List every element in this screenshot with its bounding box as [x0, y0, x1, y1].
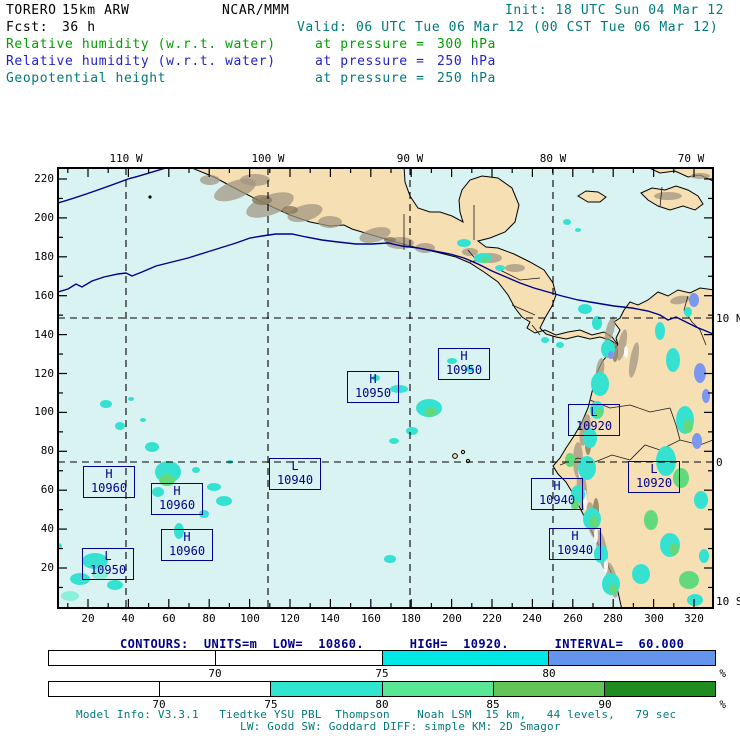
- hl-marker-h-10960: H 10960: [161, 529, 213, 561]
- hl-symbol: L: [590, 405, 598, 419]
- axis-label-bottom: 100: [240, 612, 260, 625]
- axis-label-top: 100 W: [251, 152, 285, 165]
- hl-marker-l-10950: L 10950: [82, 548, 134, 580]
- colorbar-segment: [549, 651, 715, 665]
- hl-marker-h-10960: H 10960: [83, 466, 135, 498]
- axis-label-left: 100: [34, 405, 54, 418]
- colorbar-rh-300hpa: [48, 681, 716, 697]
- axis-label-bottom: 160: [361, 612, 381, 625]
- axis-label-left: 180: [34, 250, 54, 263]
- hl-value: 10920: [575, 419, 613, 433]
- hl-value: 10920: [635, 476, 673, 490]
- colorbar-rh-250hpa: [48, 650, 716, 666]
- axis-label-right: 10 S: [716, 595, 740, 608]
- axis-label-bottom: 320: [684, 612, 704, 625]
- hl-value: 10940: [538, 493, 576, 507]
- colorbar-segment: [382, 682, 494, 696]
- hl-symbol: L: [650, 462, 658, 476]
- axis-label-top: 90 W: [396, 152, 424, 165]
- contour-info-text: CONTOURS: UNITS=m LOW= 10860. HIGH= 1092…: [120, 637, 685, 651]
- axis-label-bottom: 180: [401, 612, 421, 625]
- axis-label-left: 220: [34, 172, 54, 185]
- axis-label-bottom: 240: [522, 612, 542, 625]
- axis-label-bottom: 20: [81, 612, 95, 625]
- map-canvas: [57, 167, 714, 609]
- hl-symbol: H: [460, 349, 468, 363]
- colorbar-segment: [215, 651, 383, 665]
- hl-marker-h-10950: H 10950: [347, 371, 399, 403]
- hl-symbol: H: [173, 484, 181, 498]
- axis-label-left: 40: [40, 522, 54, 535]
- axis-label-left: 80: [40, 444, 54, 457]
- hl-marker-l-10920: L 10920: [628, 461, 680, 493]
- axis-label-left: 160: [34, 289, 54, 302]
- hl-marker-h-10960: H 10960: [151, 483, 203, 515]
- axis-label-bottom: 300: [644, 612, 664, 625]
- model-info-line2: LW: Godd SW: Goddard DIFF: simple KM: 2D…: [240, 720, 561, 733]
- hl-symbol: H: [369, 372, 377, 386]
- colorbar-segment: [493, 682, 605, 696]
- hl-value: 10940: [556, 543, 594, 557]
- hl-symbol: H: [183, 530, 191, 544]
- axis-label-left: 120: [34, 367, 54, 380]
- weather-model-plot-page: TORERO 15km ARW NCAR/MMM Init: 18 UTC Su…: [0, 0, 740, 740]
- hl-value: 10960: [90, 481, 128, 495]
- axis-label-left: 200: [34, 211, 54, 224]
- colorbar-unit-label: %: [719, 698, 726, 711]
- axis-label-right: 0: [716, 456, 723, 469]
- hl-value: 10960: [168, 544, 206, 558]
- axis-label-left: 60: [40, 483, 54, 496]
- hl-marker-h-10940: H 10940: [531, 478, 583, 510]
- hl-value: 10960: [158, 498, 196, 512]
- hl-value: 10940: [276, 473, 314, 487]
- axis-label-top: 80 W: [539, 152, 567, 165]
- axis-label-left: 20: [40, 561, 54, 574]
- hl-value: 10950: [89, 563, 127, 577]
- axis-label-bottom: 280: [603, 612, 623, 625]
- hl-marker-h-10940: H 10940: [549, 528, 601, 560]
- axis-label-right: 10 N: [716, 312, 740, 325]
- axis-label-top: 110 W: [109, 152, 143, 165]
- hl-marker-h-10950: H 10950: [438, 348, 490, 380]
- hl-symbol: H: [553, 479, 561, 493]
- axis-label-bottom: 140: [320, 612, 340, 625]
- hl-marker-l-10940: L 10940: [269, 458, 321, 490]
- hl-marker-l-10920: L 10920: [568, 404, 620, 436]
- hl-symbol: L: [104, 549, 112, 563]
- axis-label-bottom: 60: [162, 612, 176, 625]
- colorbar-segment: [49, 682, 161, 696]
- axis-label-bottom: 220: [482, 612, 502, 625]
- hl-symbol: L: [291, 459, 299, 473]
- axis-label-bottom: 40: [121, 612, 135, 625]
- colorbar-segment: [382, 651, 550, 665]
- colorbar-unit-label: %: [719, 667, 726, 680]
- colorbar-segment: [160, 682, 272, 696]
- axis-label-bottom: 120: [280, 612, 300, 625]
- island-socorro: [148, 195, 152, 199]
- hl-symbol: H: [571, 529, 579, 543]
- colorbar-tick-label: 70: [208, 667, 222, 680]
- colorbar-tick-label: 75: [375, 667, 389, 680]
- axis-label-top: 70 W: [677, 152, 705, 165]
- axis-label-bottom: 260: [563, 612, 583, 625]
- axis-label-bottom: 80: [202, 612, 216, 625]
- colorbar-segment: [49, 651, 216, 665]
- axis-label-bottom: 200: [442, 612, 462, 625]
- axis-label-left: 140: [34, 328, 54, 341]
- colorbar-tick-label: 80: [542, 667, 556, 680]
- colorbar-segment: [271, 682, 383, 696]
- hl-value: 10950: [354, 386, 392, 400]
- colorbar-segment: [604, 682, 716, 696]
- hl-value: 10950: [445, 363, 483, 377]
- hl-symbol: H: [105, 467, 113, 481]
